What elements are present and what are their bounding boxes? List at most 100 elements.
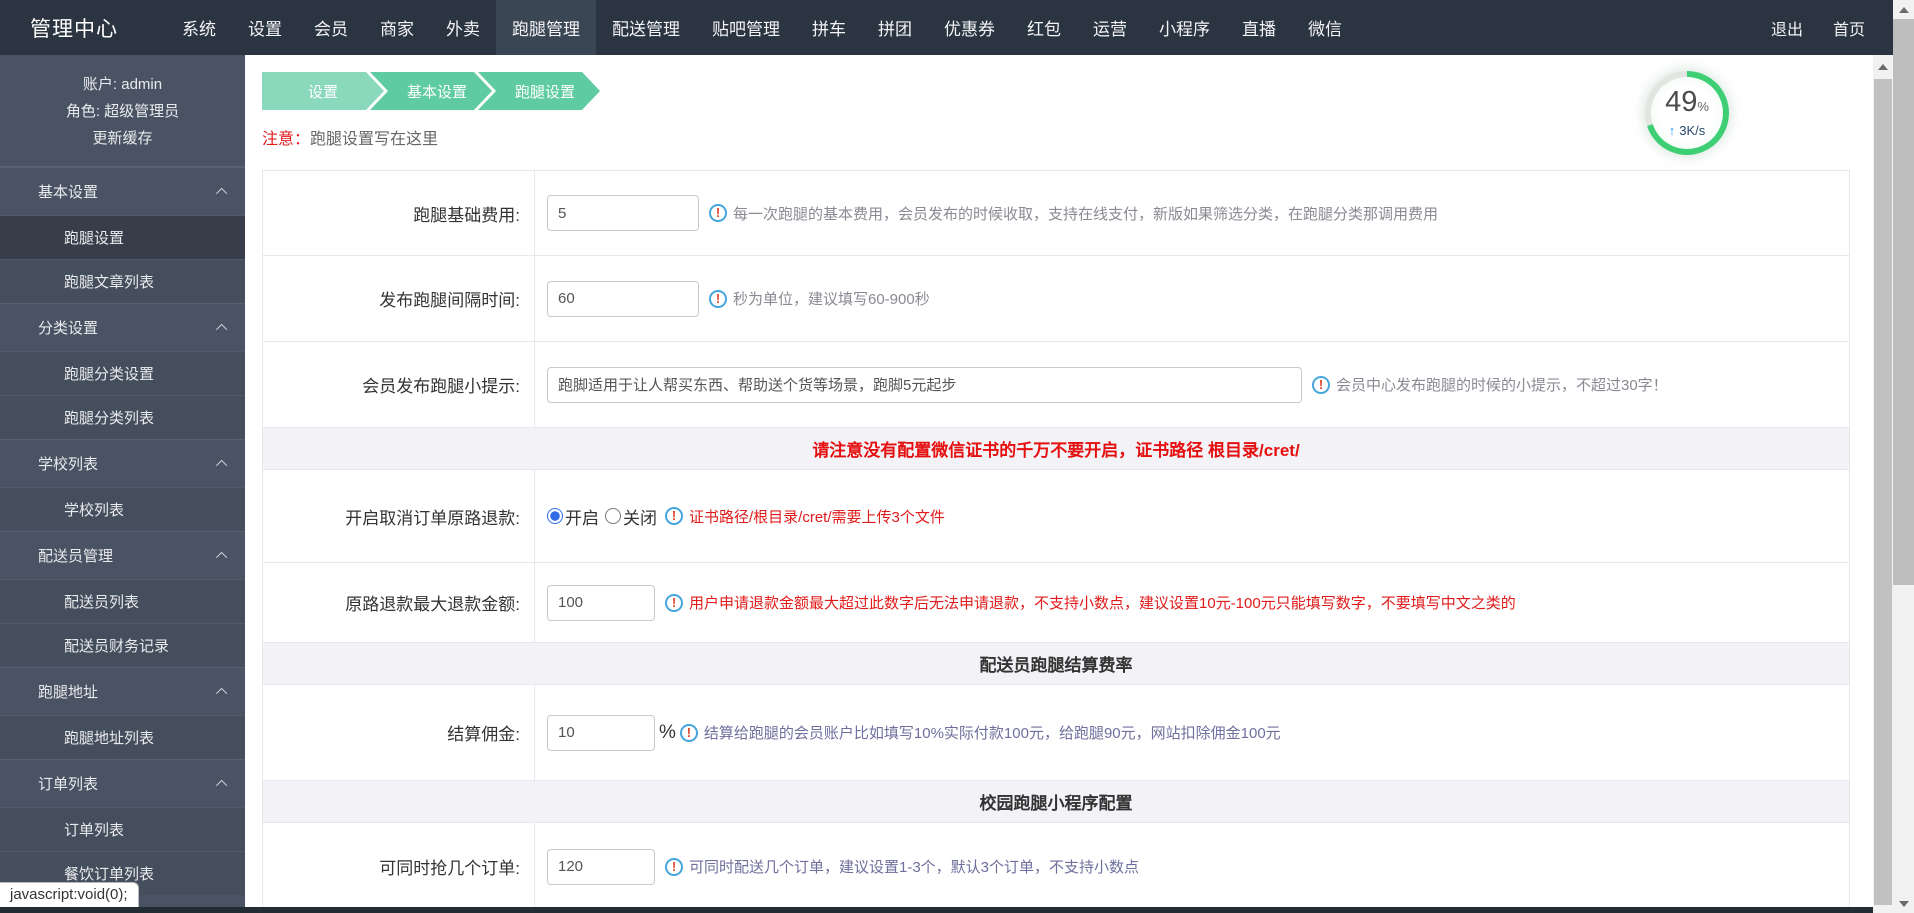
sidebar-item-school-list[interactable]: 学校列表: [0, 487, 245, 531]
sidebar-item-order-list[interactable]: 订单列表: [0, 807, 245, 851]
refund-off-radio[interactable]: [605, 508, 621, 524]
interval-input[interactable]: [547, 281, 699, 317]
scroll-down-icon: [1899, 901, 1909, 907]
base-fee-input[interactable]: [547, 195, 699, 231]
sidebar-item-errand-address-list[interactable]: 跑腿地址列表: [0, 715, 245, 759]
breadcrumb-basic-settings[interactable]: 基本设置: [370, 72, 492, 110]
scroll-up-button[interactable]: [1873, 57, 1893, 76]
field-hint: 可同时配送几个订单，建议设置1-3个，默认3个订单，不支持小数点: [689, 856, 1139, 877]
refresh-cache-link[interactable]: 更新缓存: [8, 125, 237, 152]
chevron-up-icon: [216, 779, 227, 790]
sidebar-section-courier-management[interactable]: 配送员管理: [0, 531, 245, 579]
nav-item-operations[interactable]: 运营: [1077, 0, 1143, 55]
logout-link[interactable]: 退出: [1771, 16, 1803, 40]
field-label: 开启取消订单原路退款:: [263, 470, 535, 562]
nav-item-miniprogram[interactable]: 小程序: [1143, 0, 1226, 55]
breadcrumb-settings[interactable]: 设置: [262, 72, 384, 110]
nav-item-groupbuy[interactable]: 拼团: [862, 0, 928, 55]
base-fee-row: 跑腿基础费用: ! 每一次跑腿的基本费用，会员发布的时候收取，支持在线支付，新版…: [263, 171, 1849, 256]
nav-item-wechat[interactable]: 微信: [1292, 0, 1358, 55]
sidebar-item-courier-finance[interactable]: 配送员财务记录: [0, 623, 245, 667]
window-scrollbar-thumb[interactable]: [1893, 19, 1914, 585]
nav-item-settings[interactable]: 设置: [232, 0, 298, 55]
chevron-up-icon: [216, 459, 227, 470]
field-label: 发布跑腿间隔时间:: [263, 256, 535, 341]
info-icon: !: [709, 204, 727, 222]
gauge-percent-unit: %: [1697, 99, 1709, 114]
sidebar-section-label: 订单列表: [38, 773, 98, 794]
nav-item-delivery-management[interactable]: 配送管理: [596, 0, 696, 55]
window-scrollbar[interactable]: [1893, 0, 1914, 913]
top-navbar: 管理中心 系统 设置 会员 商家 外卖 跑腿管理 配送管理 贴吧管理 拼车 拼团…: [0, 0, 1893, 55]
courier-rate-header: 配送员跑腿结算费率: [263, 643, 1849, 685]
sidebar-item-courier-list[interactable]: 配送员列表: [0, 579, 245, 623]
app-title: 管理中心: [0, 13, 166, 43]
campus-mini-header: 校园跑腿小程序配置: [263, 781, 1849, 823]
sidebar-item-category-list[interactable]: 跑腿分类列表: [0, 395, 245, 439]
gauge-speed-value: 3K/s: [1679, 123, 1705, 138]
field-hint: 用户申请退款金额最大超过此数字后无法申请退款，不支持小数点，建议设置10元-10…: [689, 592, 1516, 613]
home-link[interactable]: 首页: [1833, 16, 1865, 40]
gauge-percent: 49: [1665, 86, 1697, 118]
sidebar-section-label: 跑腿地址: [38, 681, 98, 702]
refund-switch-row: 开启取消订单原路退款: 开启 关闭 ! 证书路径/根目录/cret/需要上传3个…: [263, 470, 1849, 563]
field-label: 可同时抢几个订单:: [263, 823, 535, 910]
notice-text: 跑腿设置写在这里: [310, 131, 438, 148]
nav-item-coupons[interactable]: 优惠券: [928, 0, 1011, 55]
sidebar-section-order-list[interactable]: 订单列表: [0, 759, 245, 807]
nav-item-system[interactable]: 系统: [166, 0, 232, 55]
nav-item-errand-management[interactable]: 跑腿管理: [496, 0, 596, 55]
sidebar-section-school-list[interactable]: 学校列表: [0, 439, 245, 487]
upload-arrow-icon: ↑: [1669, 123, 1676, 138]
refund-radio-group: 开启 关闭: [547, 504, 663, 529]
max-orders-row: 可同时抢几个订单: ! 可同时配送几个订单，建议设置1-3个，默认3个订单，不支…: [263, 823, 1849, 911]
sidebar-item-errand-articles[interactable]: 跑腿文章列表: [0, 259, 245, 303]
nav-item-forum-management[interactable]: 贴吧管理: [696, 0, 796, 55]
account-panel: 账户: admin 角色: 超级管理员 更新缓存: [0, 55, 245, 167]
nav-item-takeout[interactable]: 外卖: [430, 0, 496, 55]
chevron-up-icon: [216, 187, 227, 198]
scroll-up-icon: [1878, 64, 1888, 70]
refund-off-label[interactable]: 关闭: [623, 504, 657, 529]
nav-item-merchants[interactable]: 商家: [364, 0, 430, 55]
info-icon: !: [709, 290, 727, 308]
commission-row: 结算佣金: % ! 结算给跑腿的会员账户比如填写10%实际付款100元，给跑腿9…: [263, 685, 1849, 781]
breadcrumb-errand-settings[interactable]: 跑腿设置: [478, 72, 600, 110]
gauge-inner: 49% ↑3K/s: [1651, 77, 1723, 149]
refund-on-radio[interactable]: [547, 508, 563, 524]
interval-row: 发布跑腿间隔时间: ! 秒为单位，建议填写60-900秒: [263, 256, 1849, 342]
field-hint: 证书路径/根目录/cret/需要上传3个文件: [689, 506, 945, 527]
sidebar-item-errand-settings[interactable]: 跑腿设置: [0, 215, 245, 259]
nav-item-carpool[interactable]: 拼车: [796, 0, 862, 55]
scroll-down-button[interactable]: [1893, 894, 1914, 913]
nav-item-redpacket[interactable]: 红包: [1011, 0, 1077, 55]
member-tip-row: 会员发布跑腿小提示: ! 会员中心发布跑腿的时候的小提示，不超过30字！: [263, 342, 1849, 428]
notice-label: 注意：: [262, 131, 310, 148]
refund-on-label[interactable]: 开启: [565, 504, 599, 529]
sidebar-section-label: 分类设置: [38, 317, 98, 338]
nav-item-live[interactable]: 直播: [1226, 0, 1292, 55]
account-user: 账户: admin: [8, 71, 237, 98]
sidebar-section-label: 配送员管理: [38, 545, 113, 566]
max-orders-input[interactable]: [547, 849, 655, 885]
sidebar-section-category-settings[interactable]: 分类设置: [0, 303, 245, 351]
sidebar-section-basic-settings[interactable]: 基本设置: [0, 167, 245, 215]
info-icon: !: [680, 724, 698, 742]
sidebar-item-category-setup[interactable]: 跑腿分类设置: [0, 351, 245, 395]
bottom-divider-bar: [0, 907, 1873, 913]
sidebar-section-label: 学校列表: [38, 453, 98, 474]
account-role: 角色: 超级管理员: [8, 98, 237, 125]
content-scrollbar-thumb[interactable]: [1874, 79, 1892, 905]
scroll-up-button[interactable]: [1893, 0, 1914, 19]
sidebar: 账户: admin 角色: 超级管理员 更新缓存 基本设置 跑腿设置 跑腿文章列…: [0, 55, 245, 913]
content-scrollbar[interactable]: [1873, 55, 1893, 913]
field-hint: 秒为单位，建议填写60-900秒: [733, 288, 930, 309]
field-hint: 会员中心发布跑腿的时候的小提示，不超过30字！: [1336, 374, 1668, 395]
commission-input[interactable]: [547, 715, 655, 751]
chevron-up-icon: [216, 687, 227, 698]
sidebar-section-errand-address[interactable]: 跑腿地址: [0, 667, 245, 715]
refund-max-input[interactable]: [547, 585, 655, 621]
member-tip-input[interactable]: [547, 367, 1302, 403]
scroll-up-icon: [1899, 7, 1909, 13]
nav-item-members[interactable]: 会员: [298, 0, 364, 55]
